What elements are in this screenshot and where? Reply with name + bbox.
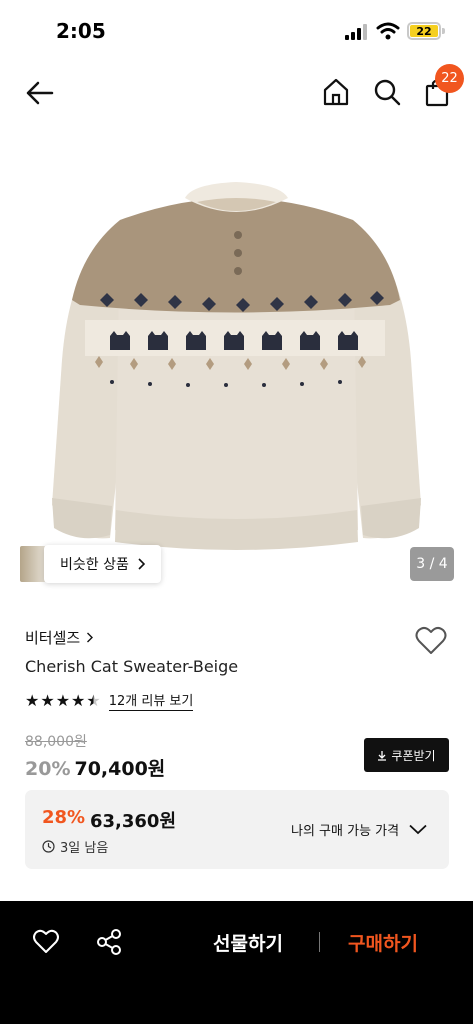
days-left-label: 3일 남음 [60, 841, 109, 856]
best-price-box[interactable]: 28% 63,360원 3일 남음 나의 구매 가능 가격 [25, 790, 449, 869]
brand-link[interactable]: 비터셀즈 [25, 627, 94, 648]
coupon-label: 쿠폰받기 [391, 748, 436, 763]
discount-rate: 20% [25, 758, 71, 780]
similar-products-button[interactable]: 비슷한 상품 [44, 545, 161, 583]
product-name: Cherish Cat Sweater-Beige [25, 657, 239, 676]
product-image[interactable] [0, 150, 473, 590]
heart-icon[interactable] [32, 928, 60, 954]
star-icon: ★ [55, 690, 71, 710]
back-arrow-icon[interactable] [22, 76, 56, 110]
my-price-toggle[interactable]: 나의 구매 가능 가격 [291, 820, 427, 839]
coupon-button[interactable]: 쿠폰받기 [364, 738, 449, 772]
chevron-down-icon [409, 824, 427, 835]
brand-name: 비터셀즈 [25, 629, 81, 647]
my-price-label: 나의 구매 가능 가격 [291, 824, 400, 839]
chevron-right-icon [138, 558, 145, 570]
buy-button[interactable]: 구매하기 [348, 929, 418, 956]
wifi-icon [376, 22, 400, 40]
gift-button[interactable]: 선물하기 [213, 929, 283, 956]
heart-icon[interactable] [414, 626, 448, 656]
battery-indicator: 22 [407, 22, 441, 40]
star-icon: ★ [40, 690, 55, 710]
chevron-right-icon [87, 632, 94, 643]
search-icon[interactable] [372, 76, 402, 108]
signal-icon [345, 24, 367, 40]
image-counter: 3 / 4 [410, 547, 454, 581]
clock-icon [42, 840, 55, 853]
star-rating: ★ ★ ★ ★ ★ [25, 690, 101, 710]
battery-tip [442, 28, 445, 34]
download-icon [378, 750, 387, 761]
divider [319, 932, 320, 952]
status-bar: 2:05 22 [0, 0, 473, 62]
thumbnail-preview[interactable] [20, 546, 46, 582]
sale-price: 70,400원 [74, 758, 166, 780]
star-icon: ★ [71, 690, 86, 710]
status-time: 2:05 [56, 19, 106, 43]
bottom-action-bar: 선물하기 구매하기 [0, 901, 473, 1024]
cart-count-badge: 22 [435, 64, 464, 93]
star-icon: ★ [25, 690, 40, 710]
similar-products-label: 비슷한 상품 [60, 557, 129, 573]
rating-row: ★ ★ ★ ★ ★ 12개 리뷰 보기 [25, 690, 194, 711]
home-icon[interactable] [321, 76, 351, 108]
review-link[interactable]: 12개 리뷰 보기 [108, 690, 194, 711]
price-row: 20% 70,400원 [25, 754, 165, 781]
top-nav: 22 [0, 62, 473, 126]
best-price: 63,360원 [90, 811, 177, 832]
best-discount-rate: 28% [42, 807, 86, 828]
days-left: 3일 남음 [42, 837, 108, 856]
star-half-icon: ★ [86, 690, 101, 710]
share-icon[interactable] [95, 928, 123, 956]
original-price: 88,000원 [25, 734, 87, 750]
battery-level: 22 [416, 24, 432, 38]
